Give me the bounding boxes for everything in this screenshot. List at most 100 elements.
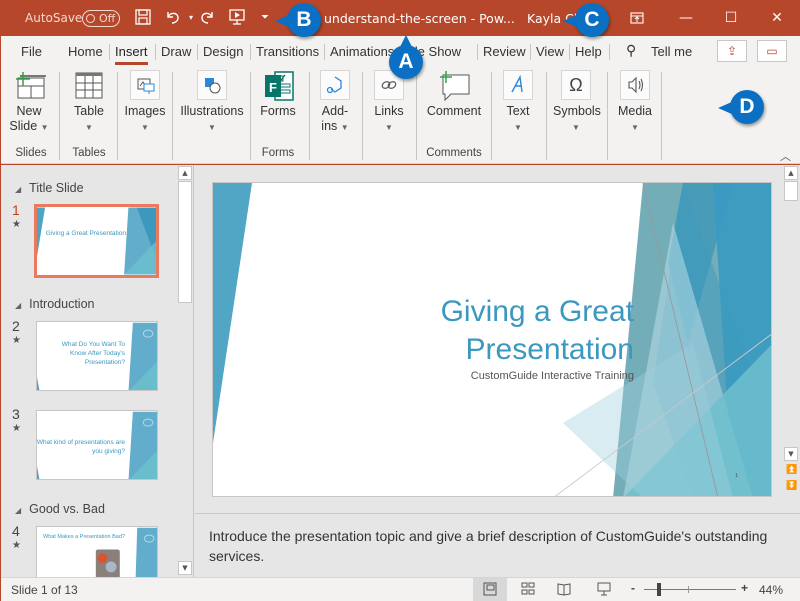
chevron-down-icon: ▼: [631, 123, 639, 132]
slide-thumbnail-3[interactable]: What kind of presentations are you givin…: [36, 410, 158, 480]
next-slide-icon[interactable]: ⏬: [786, 481, 797, 491]
chevron-down-icon: ▼: [340, 123, 349, 132]
tell-me-input[interactable]: Tell me: [651, 44, 692, 59]
tab-transitions[interactable]: Transitions: [256, 44, 319, 59]
normal-view-button[interactable]: [473, 578, 507, 601]
thumbnail-title: What kind of presentations are you givin…: [36, 439, 125, 455]
zoom-slider[interactable]: [644, 583, 736, 596]
media-label: Media: [617, 104, 653, 118]
group-separator: [661, 72, 662, 160]
images-button[interactable]: Images ▼: [124, 70, 166, 135]
tab-separator: [155, 44, 156, 60]
collapse-triangle-icon[interactable]: ◢: [15, 185, 21, 194]
animation-star-icon: ★: [12, 335, 21, 346]
comment-button[interactable]: Comment: [425, 70, 483, 119]
speaker-icon: [620, 70, 650, 100]
chevron-down-icon: ▼: [514, 123, 522, 132]
group-separator: [362, 72, 363, 160]
slide-sorter-icon[interactable]: [521, 582, 535, 596]
tab-draw[interactable]: Draw: [161, 44, 191, 59]
collapse-triangle-icon[interactable]: ◢: [15, 301, 21, 310]
group-separator: [607, 72, 608, 160]
group-separator: [491, 72, 492, 160]
autosave-label: AutoSave: [25, 11, 83, 25]
symbols-button[interactable]: Ω Symbols ▼: [553, 70, 601, 135]
share-button[interactable]: ⇪: [717, 40, 747, 62]
maximize-icon[interactable]: ☐: [708, 1, 754, 36]
slide-thumbnail-4[interactable]: What Makes a Presentation Bad?: [36, 526, 158, 577]
slide-title[interactable]: Giving a Great Presentation: [441, 293, 634, 369]
tab-design[interactable]: Design: [203, 44, 243, 59]
tab-review[interactable]: Review: [483, 44, 526, 59]
collapse-triangle-icon[interactable]: ◢: [15, 506, 21, 515]
autosave-toggle[interactable]: Off: [82, 10, 120, 27]
comment-label: Comment: [426, 104, 482, 118]
group-separator: [250, 72, 251, 160]
previous-slide-icon[interactable]: ⏫: [786, 465, 797, 475]
tab-view[interactable]: View: [536, 44, 564, 59]
slide-show-icon[interactable]: [597, 582, 611, 596]
group-separator: [59, 72, 60, 160]
media-button[interactable]: Media ▼: [615, 70, 655, 135]
section-name: Good vs. Bad: [29, 502, 105, 516]
zoom-slider-handle[interactable]: [657, 583, 661, 596]
scroll-thumb[interactable]: [178, 181, 192, 303]
scroll-up-icon[interactable]: ▲: [784, 166, 798, 180]
text-button[interactable]: Text ▼: [501, 70, 535, 135]
section-introduction[interactable]: ◢ Introduction: [15, 297, 94, 311]
new-slide-button[interactable]: New Slide ▼: [9, 70, 49, 135]
customize-qat-icon[interactable]: ⏷: [255, 8, 275, 28]
zoom-in-button[interactable]: +: [741, 581, 748, 595]
minimize-icon[interactable]: —: [663, 1, 709, 36]
links-button[interactable]: Links ▼: [371, 70, 407, 135]
undo-icon[interactable]: [163, 8, 183, 28]
save-icon[interactable]: [133, 8, 153, 28]
chevron-down-icon: ▼: [40, 123, 49, 132]
tab-insert[interactable]: Insert: [115, 44, 148, 65]
slide-canvas[interactable]: Giving a Great Presentation CustomGuide …: [212, 182, 772, 497]
tab-separator: [197, 44, 198, 60]
close-icon[interactable]: ✕: [754, 1, 800, 36]
illustrations-button[interactable]: Illustrations ▼: [179, 70, 245, 135]
slide-title-line-2: Presentation: [465, 333, 634, 366]
zoom-out-button[interactable]: -: [631, 581, 635, 595]
workspace: ◢ Title Slide 1 ★ Giving a Great Presenta…: [1, 165, 800, 577]
reading-view-icon[interactable]: [557, 582, 571, 596]
scroll-down-icon[interactable]: ▼: [178, 561, 192, 575]
scroll-down-icon[interactable]: ▼: [784, 447, 798, 461]
forms-button[interactable]: F Forms: [258, 70, 298, 119]
tab-help[interactable]: Help: [575, 44, 602, 59]
notes-text: Introduce the presentation topic and giv…: [209, 528, 768, 564]
group-separator: [309, 72, 310, 160]
comments-button[interactable]: ▭: [757, 40, 787, 62]
tab-home[interactable]: Home: [68, 44, 103, 59]
chevron-down-icon: ▼: [85, 123, 93, 132]
slide-subtitle[interactable]: CustomGuide Interactive Training: [471, 370, 634, 382]
illustrations-label: Illustrations: [180, 104, 244, 118]
search-icon[interactable]: ⚲: [626, 42, 636, 59]
section-good-vs-bad[interactable]: ◢ Good vs. Bad: [15, 502, 105, 516]
tab-separator: [609, 44, 610, 60]
table-button[interactable]: Table ▼: [71, 70, 107, 135]
thumbnail-scrollbar[interactable]: ▲ ▼: [178, 165, 192, 577]
text-icon: [503, 70, 533, 100]
zoom-level[interactable]: 44%: [759, 583, 783, 597]
scroll-thumb[interactable]: [784, 181, 798, 201]
callout-b: B: [275, 3, 321, 37]
editor-scrollbar[interactable]: ▲ ▼ ⏫ ⏬: [784, 165, 798, 500]
start-from-beginning-icon[interactable]: [227, 8, 247, 28]
slide-thumbnail-1[interactable]: Giving a Great Presentation: [34, 204, 159, 278]
tab-animations[interactable]: Animations: [330, 44, 394, 59]
slide-thumbnail-2[interactable]: What Do You Want To Know After Today's P…: [36, 321, 158, 391]
redo-icon[interactable]: [197, 8, 217, 28]
tab-file[interactable]: File: [21, 44, 42, 59]
add-ins-icon: [320, 70, 350, 100]
scroll-up-icon[interactable]: ▲: [178, 166, 192, 180]
section-title-slide[interactable]: ◢ Title Slide: [15, 181, 84, 195]
autosave-state: Off: [99, 12, 116, 25]
forms-label: Forms: [260, 104, 296, 118]
notes-pane[interactable]: Introduce the presentation topic and giv…: [195, 513, 800, 577]
add-ins-button[interactable]: Add-ins ▼: [318, 70, 352, 135]
ribbon-display-options-icon[interactable]: [614, 1, 660, 36]
collapse-ribbon-icon[interactable]: ︿: [780, 148, 791, 164]
